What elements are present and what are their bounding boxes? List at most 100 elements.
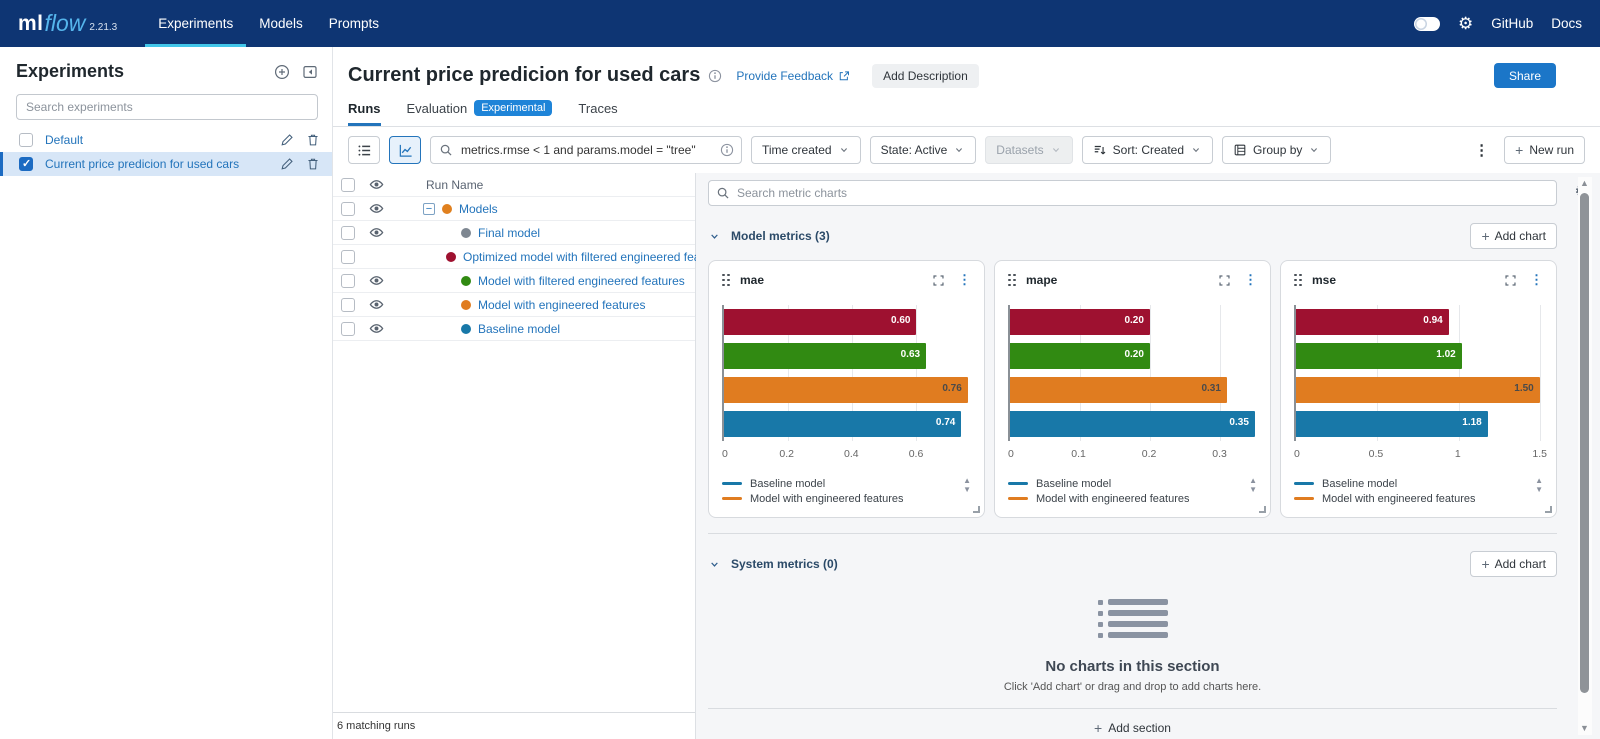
tab-traces[interactable]: Traces bbox=[578, 101, 617, 126]
bar-model-with-engineered-features[interactable]: 0.76 bbox=[724, 377, 968, 403]
mlflow-logo[interactable]: mlflow 2.21.3 bbox=[18, 0, 117, 47]
github-link[interactable]: GitHub bbox=[1491, 16, 1533, 31]
bar-model-with-engineered-features[interactable]: 0.31 bbox=[1010, 377, 1227, 403]
bar-model-with-filtered-engineered-features[interactable]: 0.63 bbox=[724, 343, 926, 369]
search-info-icon[interactable] bbox=[720, 143, 734, 157]
row-checkbox[interactable] bbox=[341, 226, 355, 240]
fullscreen-expand-icon[interactable] bbox=[932, 274, 945, 287]
legend-item[interactable]: Baseline model bbox=[1008, 477, 1235, 490]
tab-runs[interactable]: Runs bbox=[348, 101, 381, 126]
resize-handle[interactable] bbox=[973, 506, 980, 513]
tab-evaluation[interactable]: Evaluation Experimental bbox=[407, 100, 553, 126]
table-row-group[interactable]: − Models bbox=[333, 197, 695, 221]
chart-menu-icon[interactable]: ⋮ bbox=[958, 272, 971, 288]
caret-up-icon[interactable]: ▲ bbox=[1249, 477, 1257, 485]
visibility-eye-icon[interactable] bbox=[369, 273, 384, 288]
run-name-link[interactable]: Models bbox=[459, 202, 498, 216]
toolbar-overflow-menu-icon[interactable]: ⋮ bbox=[1468, 141, 1495, 159]
delete-trash-icon[interactable] bbox=[306, 157, 320, 171]
bar-optimized-model-with-filtered-engineered-features[interactable]: 0.60 bbox=[724, 309, 916, 335]
experiment-row-current[interactable]: Current price predicion for used cars bbox=[0, 152, 332, 176]
nav-tab-experiments[interactable]: Experiments bbox=[145, 0, 246, 47]
fullscreen-expand-icon[interactable] bbox=[1218, 274, 1231, 287]
row-checkbox[interactable] bbox=[341, 274, 355, 288]
table-row[interactable]: Baseline model bbox=[333, 317, 695, 341]
chart-menu-icon[interactable]: ⋮ bbox=[1244, 272, 1257, 288]
visibility-eye-icon[interactable] bbox=[369, 201, 384, 216]
visibility-eye-icon[interactable] bbox=[369, 177, 384, 192]
chart-menu-icon[interactable]: ⋮ bbox=[1530, 272, 1543, 288]
collapse-group-icon[interactable]: − bbox=[423, 203, 435, 215]
add-chart-button[interactable]: +Add chart bbox=[1470, 551, 1557, 577]
add-description-button[interactable]: Add Description bbox=[872, 64, 979, 88]
bar-model-with-filtered-engineered-features[interactable]: 1.02 bbox=[1296, 343, 1462, 369]
run-name-link[interactable]: Model with filtered engineered features bbox=[478, 274, 685, 288]
scroll-up-arrow-icon[interactable]: ▲ bbox=[1580, 179, 1589, 188]
state-dropdown[interactable]: State: Active bbox=[870, 136, 977, 164]
row-checkbox[interactable] bbox=[341, 322, 355, 336]
provide-feedback-link[interactable]: Provide Feedback bbox=[736, 69, 850, 83]
experiment-name[interactable]: Current price predicion for used cars bbox=[45, 157, 239, 171]
table-row[interactable]: Model with engineered features bbox=[333, 293, 695, 317]
collapse-sidebar-icon[interactable] bbox=[302, 64, 318, 80]
run-name-link[interactable]: Final model bbox=[478, 226, 540, 240]
info-icon[interactable] bbox=[708, 69, 722, 83]
bar-baseline-model[interactable]: 1.18 bbox=[1296, 411, 1488, 437]
table-row[interactable]: Optimized model with filtered engineered… bbox=[333, 245, 695, 269]
run-name-link[interactable]: Model with engineered features bbox=[478, 298, 645, 312]
section-chevron-icon[interactable] bbox=[708, 230, 721, 243]
experiment-row-default[interactable]: Default bbox=[0, 128, 332, 152]
caret-down-icon[interactable]: ▼ bbox=[1249, 486, 1257, 494]
add-chart-button[interactable]: +Add chart bbox=[1470, 223, 1557, 249]
search-experiments-input[interactable] bbox=[16, 94, 318, 120]
share-button[interactable]: Share bbox=[1494, 63, 1556, 88]
legend-scroll-arrows[interactable]: ▲▼ bbox=[1249, 477, 1257, 494]
bar-baseline-model[interactable]: 0.74 bbox=[724, 411, 961, 437]
scroll-down-arrow-icon[interactable]: ▼ bbox=[1580, 724, 1589, 733]
chart-view-button[interactable] bbox=[389, 136, 421, 164]
scrollbar-thumb[interactable] bbox=[1580, 193, 1589, 693]
visibility-eye-icon[interactable] bbox=[369, 297, 384, 312]
new-experiment-icon[interactable] bbox=[274, 64, 290, 80]
legend-item[interactable]: Model with engineered features bbox=[1294, 492, 1521, 505]
bar-baseline-model[interactable]: 0.35 bbox=[1010, 411, 1255, 437]
edit-pencil-icon[interactable] bbox=[280, 133, 294, 147]
group-by-dropdown[interactable]: Group by bbox=[1222, 136, 1331, 164]
run-name-link[interactable]: Optimized model with filtered engineered… bbox=[463, 250, 727, 264]
theme-toggle[interactable] bbox=[1414, 17, 1440, 31]
nav-tab-models[interactable]: Models bbox=[246, 0, 316, 47]
experiment-checkbox[interactable] bbox=[19, 157, 33, 171]
legend-item[interactable]: Model with engineered features bbox=[722, 492, 949, 505]
docs-link[interactable]: Docs bbox=[1551, 16, 1582, 31]
legend-item[interactable]: Baseline model bbox=[722, 477, 949, 490]
charts-scrollbar[interactable]: ▲ ▼ bbox=[1578, 177, 1592, 735]
table-row[interactable]: Model with filtered engineered features bbox=[333, 269, 695, 293]
legend-item[interactable]: Model with engineered features bbox=[1008, 492, 1235, 505]
edit-pencil-icon[interactable] bbox=[280, 157, 294, 171]
caret-up-icon[interactable]: ▲ bbox=[963, 477, 971, 485]
nav-tab-prompts[interactable]: Prompts bbox=[316, 0, 392, 47]
list-view-button[interactable] bbox=[348, 136, 380, 164]
legend-item[interactable]: Baseline model bbox=[1294, 477, 1521, 490]
delete-trash-icon[interactable] bbox=[306, 133, 320, 147]
visibility-eye-icon[interactable] bbox=[369, 321, 384, 336]
sort-dropdown[interactable]: Sort: Created bbox=[1082, 136, 1213, 164]
runs-search-input[interactable] bbox=[430, 136, 742, 164]
resize-handle[interactable] bbox=[1545, 506, 1552, 513]
caret-down-icon[interactable]: ▼ bbox=[1535, 486, 1543, 494]
legend-scroll-arrows[interactable]: ▲▼ bbox=[1535, 477, 1543, 494]
caret-down-icon[interactable]: ▼ bbox=[963, 486, 971, 494]
bar-optimized-model-with-filtered-engineered-features[interactable]: 0.94 bbox=[1296, 309, 1449, 335]
experiment-checkbox[interactable] bbox=[19, 133, 33, 147]
bar-optimized-model-with-filtered-engineered-features[interactable]: 0.20 bbox=[1010, 309, 1150, 335]
settings-gear-icon[interactable]: ⚙ bbox=[1458, 15, 1473, 32]
experiment-name[interactable]: Default bbox=[45, 133, 83, 147]
drag-handle-icon[interactable] bbox=[1008, 274, 1016, 287]
add-section-button[interactable]: +Add section bbox=[708, 709, 1557, 739]
row-checkbox[interactable] bbox=[341, 202, 355, 216]
run-name-link[interactable]: Baseline model bbox=[478, 322, 560, 336]
drag-handle-icon[interactable] bbox=[722, 274, 730, 287]
time-created-dropdown[interactable]: Time created bbox=[751, 136, 861, 164]
caret-up-icon[interactable]: ▲ bbox=[1535, 477, 1543, 485]
fullscreen-expand-icon[interactable] bbox=[1504, 274, 1517, 287]
